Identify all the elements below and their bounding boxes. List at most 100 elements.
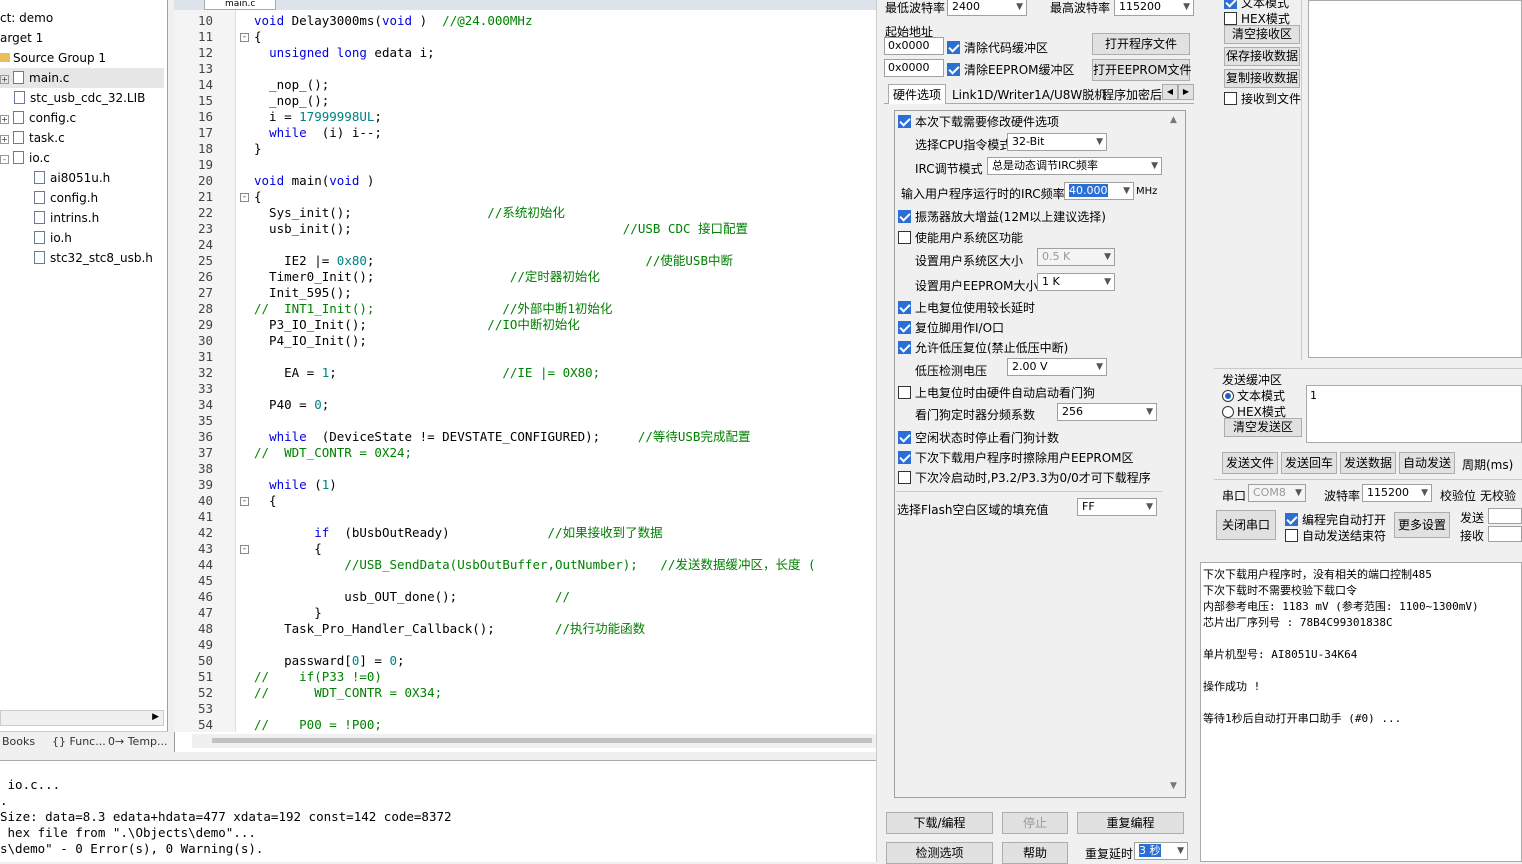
tab-books[interactable]: Books — [2, 735, 35, 748]
code-line[interactable]: Sys_init(); //系统初始化 — [254, 205, 565, 221]
code-line[interactable]: unsigned long edata i; — [254, 45, 435, 61]
code-line[interactable]: while (1) — [254, 477, 337, 493]
code-line[interactable]: // P00 = !P00; — [254, 717, 382, 733]
clear-code-checkbox[interactable]: 清除代码缓冲区 — [947, 39, 1048, 56]
code-line[interactable]: //USB_SendData(UsbOutBuffer,OutNumber); … — [254, 557, 815, 573]
wdt-div-select[interactable]: 256 ▼ — [1057, 403, 1157, 421]
code-address-input[interactable]: 0x0000 — [884, 37, 944, 55]
port-select[interactable]: COM8 ▼ — [1248, 484, 1306, 502]
code-line[interactable]: IE2 |= 0x80; //使能USB中断 — [254, 253, 733, 269]
code-line[interactable]: void main(void ) — [254, 173, 374, 189]
fold-toggle-icon[interactable]: - — [240, 545, 249, 554]
tab-scroll-right-icon[interactable]: ▶ — [1178, 84, 1194, 100]
tree-file-config[interactable]: + config.c — [0, 108, 76, 128]
lvd-select[interactable]: 2.00 V ▼ — [1007, 358, 1107, 376]
wdt-auto-checkbox[interactable]: 上电复位时由硬件自动启动看门狗 — [898, 384, 1095, 401]
code-line[interactable]: // WDT_CONTR = 0X24; — [254, 445, 412, 461]
repeat-delay-select[interactable]: 3 秒 ▼ — [1134, 842, 1188, 860]
code-line[interactable]: _nop_(); — [254, 77, 329, 93]
send-area[interactable]: 1 — [1306, 385, 1522, 443]
tree-file-main[interactable]: + main.c — [0, 68, 164, 88]
eeprom-size-select[interactable]: 1 K ▼ — [1037, 273, 1115, 291]
tab-scroll-left-icon[interactable]: ◀ — [1162, 84, 1178, 100]
open-eeprom-button[interactable]: 打开EEPROM文件 — [1092, 59, 1192, 81]
tree-header[interactable]: stc32_stc8_usb.h — [34, 248, 153, 268]
osc-gain-checkbox[interactable]: 振荡器放大增益(12M以上建议选择) — [898, 208, 1106, 225]
tab-hardware-options[interactable]: 硬件选项 — [888, 84, 947, 104]
close-port-button[interactable]: 关闭串口 — [1216, 510, 1276, 540]
tab-encryption[interactable]: 程序加密后 — [1102, 86, 1162, 103]
detect-options-button[interactable]: 检测选项 — [886, 842, 993, 864]
auto-open-checkbox[interactable]: 编程完自动打开 — [1285, 511, 1386, 528]
tab-link1d[interactable]: Link1D/Writer1A/U8W脱机 — [952, 86, 1106, 103]
irc-mode-select[interactable]: 总是动态调节IRC频率 ▼ — [987, 157, 1162, 175]
code-line[interactable]: while (DeviceState != DEVSTATE_CONFIGURE… — [254, 429, 750, 445]
irc-freq-input[interactable]: 40.000 ▼ — [1064, 182, 1134, 200]
code-line[interactable]: // WDT_CONTR = 0X34; — [254, 685, 442, 701]
tree-file-io[interactable]: - io.c — [0, 148, 50, 168]
clear-eeprom-checkbox[interactable]: 清除EEPROM缓冲区 — [947, 61, 1075, 78]
scroll-right-icon[interactable]: ▶ — [152, 712, 159, 722]
tree-header[interactable]: io.h — [34, 228, 72, 248]
stop-button[interactable]: 停止 — [1002, 812, 1068, 834]
code-line[interactable]: { — [254, 189, 262, 205]
open-program-button[interactable]: 打开程序文件 — [1092, 33, 1190, 55]
receive-area[interactable] — [1308, 0, 1522, 358]
idle-wdt-checkbox[interactable]: 空闲状态时停止看门狗计数 — [898, 429, 1059, 446]
code-line[interactable]: usb_OUT_done(); // — [254, 589, 570, 605]
eeprom-address-input[interactable]: 0x0000 — [884, 59, 944, 77]
baud-select[interactable]: 115200 ▼ — [1362, 484, 1432, 502]
long-delay-checkbox[interactable]: 上电复位使用较长延时 — [898, 299, 1035, 316]
code-line[interactable]: { — [254, 541, 322, 557]
tree-file-task[interactable]: + task.c — [0, 128, 65, 148]
code-line[interactable]: { — [254, 29, 262, 45]
lvr-checkbox[interactable]: 允许低压复位(禁止低压中断) — [898, 339, 1068, 356]
cpu-mode-select[interactable]: 32-Bit ▼ — [1007, 133, 1107, 151]
code-line[interactable]: while (i) i--; — [254, 125, 382, 141]
help-button[interactable]: 帮助 — [1002, 842, 1068, 864]
send-cr-button[interactable]: 发送回车 — [1281, 452, 1337, 474]
cold-boot-checkbox[interactable]: 下次冷启动时,P3.2/P3.3为0/0才可下载程序 — [898, 469, 1151, 486]
auto-send-button[interactable]: 自动发送 — [1399, 452, 1455, 474]
code-line[interactable]: _nop_(); — [254, 93, 329, 109]
reprogram-button[interactable]: 重复编程 — [1077, 812, 1184, 834]
clear-receive-button[interactable]: 清空接收区 — [1224, 25, 1300, 44]
flash-fill-select[interactable]: FF ▼ — [1077, 498, 1157, 516]
expand-icon[interactable]: + — [0, 135, 9, 144]
tab-functions[interactable]: {} Func... — [52, 735, 106, 748]
tree-header[interactable]: config.h — [34, 188, 98, 208]
code-line[interactable]: Init_595(); — [254, 285, 352, 301]
code-line[interactable]: void Delay3000ms(void ) //@24.000MHz — [254, 13, 532, 29]
project-root[interactable]: ct: demo — [0, 8, 53, 28]
expand-icon[interactable]: + — [0, 75, 9, 84]
project-hscrollbar[interactable]: ▶ — [0, 710, 164, 726]
sys-area-checkbox[interactable]: 使能用户系统区功能 — [898, 229, 1023, 246]
editor-hscrollbar[interactable] — [192, 734, 876, 748]
code-line[interactable]: // INT1_Init(); //外部中断1初始化 — [254, 301, 612, 317]
fold-toggle-icon[interactable]: - — [240, 193, 249, 202]
parity-value[interactable]: 无校验 — [1480, 487, 1516, 504]
more-settings-button[interactable]: 更多设置 — [1394, 512, 1450, 538]
send-file-button[interactable]: 发送文件 — [1222, 452, 1278, 474]
save-receive-button[interactable]: 保存接收数据 — [1224, 47, 1300, 66]
code-line[interactable]: Timer0_Init(); //定时器初始化 — [254, 269, 600, 285]
code-line[interactable]: P40 = 0; — [254, 397, 329, 413]
code-line[interactable]: P4_IO_Init(); — [254, 333, 367, 349]
code-line[interactable]: { — [254, 493, 277, 509]
rcv-to-file-checkbox[interactable]: 接收到文件 — [1224, 90, 1301, 107]
expand-icon[interactable]: + — [0, 115, 9, 124]
reset-io-checkbox[interactable]: 复位脚用作I/O口 — [898, 319, 1004, 336]
auto-send-end-checkbox[interactable]: 自动发送结束符 — [1285, 527, 1386, 544]
copy-receive-button[interactable]: 复制接收数据 — [1224, 69, 1300, 88]
code-line[interactable]: P3_IO_Init(); //IO中断初始化 — [254, 317, 580, 333]
modify-hw-checkbox[interactable]: 本次下载需要修改硬件选项 — [898, 113, 1059, 130]
download-button[interactable]: 下载/编程 — [886, 812, 993, 834]
fold-toggle-icon[interactable]: - — [240, 497, 249, 506]
collapse-icon[interactable]: - — [0, 155, 9, 164]
code-line[interactable]: usb_init(); //USB CDC 接口配置 — [254, 221, 748, 237]
source-group-node[interactable]: Source Group 1 — [0, 48, 106, 68]
sys-area-size-select[interactable]: 0.5 K ▼ — [1037, 248, 1115, 266]
snd-text-mode-radio[interactable]: 文本模式 — [1222, 387, 1285, 404]
code-line[interactable]: passward[0] = 0; — [254, 653, 404, 669]
max-baud-select[interactable]: 115200 ▼ — [1114, 0, 1194, 16]
